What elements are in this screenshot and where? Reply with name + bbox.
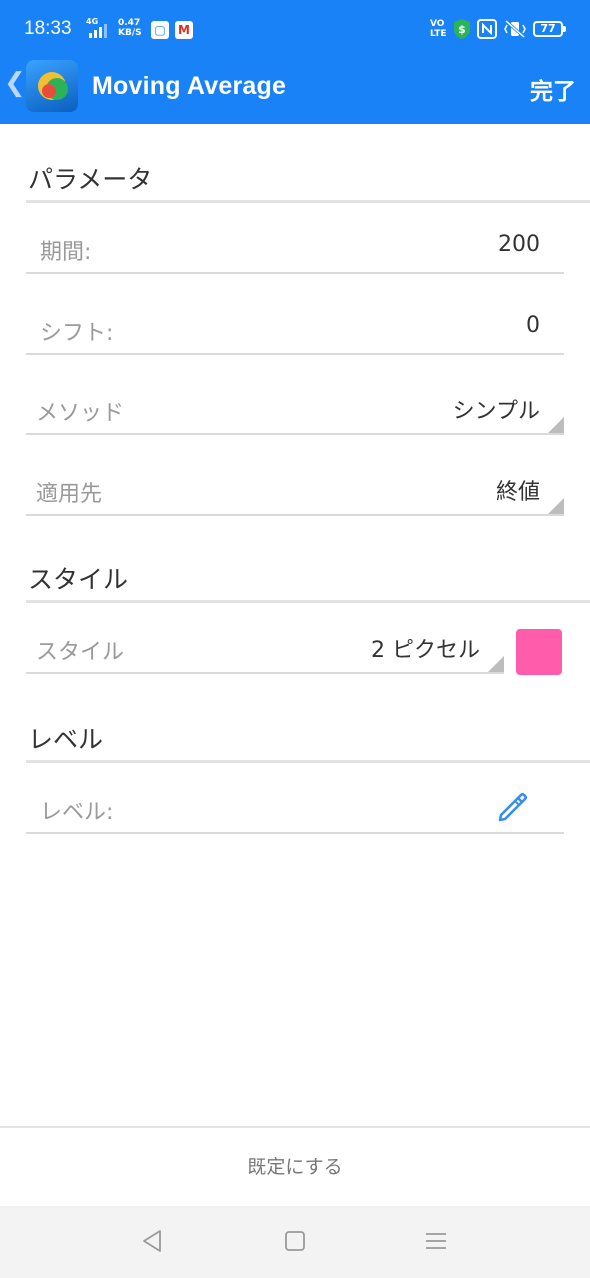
status-bar: 18:33 4G 0.47 KB/S ▢ M VO LTE $ 77 <box>0 0 590 58</box>
apply-to-label: 適用先 <box>36 482 103 507</box>
dropdown-corner-icon <box>548 417 564 433</box>
nav-home-icon[interactable] <box>280 1226 310 1256</box>
signal-icon: 4G <box>82 17 114 41</box>
method-value: シンプル <box>452 399 540 424</box>
section-title-parameters: パラメータ <box>28 165 153 194</box>
system-nav-bar <box>0 1206 590 1278</box>
apply-to-value: 終値 <box>495 480 540 505</box>
section-divider <box>26 600 590 603</box>
line-style-label: スタイル <box>36 640 125 665</box>
line-style-dropdown[interactable]: スタイル 2 ピクセル <box>26 624 504 674</box>
back-button[interactable]: ❮ <box>4 68 26 98</box>
shift-field[interactable]: シフト: 0 <box>26 305 564 355</box>
notes-app-icon: ▢ <box>151 21 169 39</box>
battery-icon: 77 <box>533 21 566 37</box>
nav-menu-icon[interactable] <box>421 1226 451 1256</box>
pencil-edit-icon[interactable] <box>496 790 530 824</box>
method-dropdown[interactable]: メソッド シンプル <box>26 385 564 435</box>
network-type: 4G <box>86 17 99 26</box>
period-value[interactable]: 200 <box>498 232 540 257</box>
dropdown-corner-icon <box>488 656 504 672</box>
gmail-icon: M <box>175 21 193 39</box>
nav-back-icon[interactable] <box>138 1226 168 1256</box>
vibrate-icon <box>504 19 526 39</box>
level-label: レベル: <box>40 800 114 825</box>
section-divider <box>26 760 590 763</box>
dollar-shield-icon: $ <box>454 19 470 39</box>
svg-text:$: $ <box>458 23 466 36</box>
volte-indicator: VO LTE <box>430 19 447 39</box>
speed-unit: KB/S <box>118 28 142 38</box>
shift-label: シフト: <box>40 321 114 346</box>
battery-level: 77 <box>540 22 556 35</box>
status-time: 18:33 <box>24 18 72 39</box>
reset-defaults-button[interactable]: 既定にする <box>0 1128 590 1206</box>
section-title-style: スタイル <box>28 565 129 594</box>
section-title-level: レベル <box>28 725 104 754</box>
speed-value: 0.47 <box>118 18 141 28</box>
app-bar: ❮ Moving Average 完了 <box>0 58 590 124</box>
shift-value[interactable]: 0 <box>526 313 540 338</box>
apply-to-dropdown[interactable]: 適用先 終値 <box>26 466 564 516</box>
dropdown-corner-icon <box>548 498 564 514</box>
color-swatch-button[interactable] <box>516 629 562 675</box>
period-label: 期間: <box>40 240 92 265</box>
metatrader-logo-icon[interactable] <box>26 60 78 112</box>
nfc-icon <box>477 19 497 39</box>
line-style-value: 2 ピクセル <box>371 638 480 663</box>
section-divider <box>26 200 590 203</box>
level-field[interactable]: レベル: <box>26 784 564 834</box>
volte-bottom: LTE <box>430 29 447 39</box>
volte-top: VO <box>430 19 445 29</box>
network-speed: 0.47 KB/S <box>118 18 142 38</box>
method-label: メソッド <box>36 401 125 426</box>
page-title: Moving Average <box>92 72 287 100</box>
period-field[interactable]: 期間: 200 <box>26 224 564 274</box>
done-button[interactable]: 完了 <box>530 72 576 106</box>
